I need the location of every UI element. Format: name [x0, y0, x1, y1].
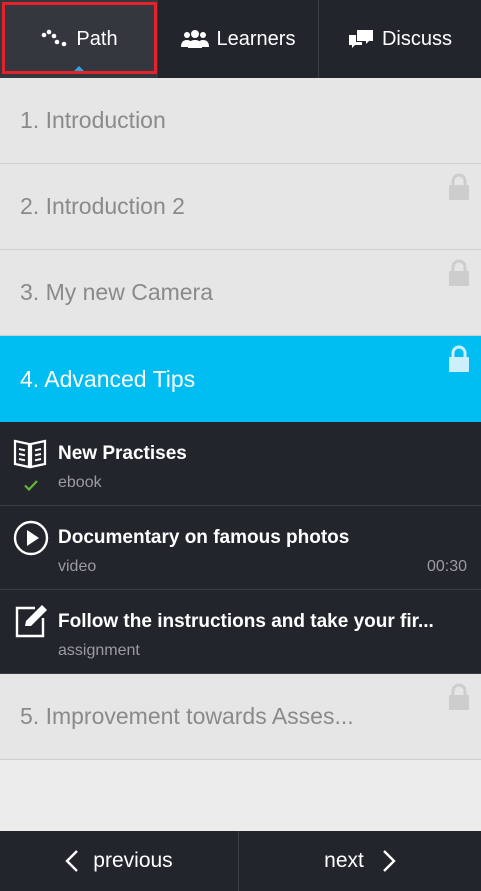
bottom-nav: previous next: [0, 831, 481, 891]
tab-learners[interactable]: Learners: [158, 0, 319, 78]
previous-label: previous: [93, 849, 173, 872]
lesson-item[interactable]: New Practises ebook: [0, 422, 481, 506]
lesson-title: Documentary on famous photos: [58, 527, 350, 548]
previous-button[interactable]: previous: [0, 831, 239, 891]
lesson-title: New Practises: [58, 443, 187, 464]
lock-icon: [448, 173, 470, 206]
tab-learners-label: Learners: [216, 27, 296, 50]
completed-check-icon: [24, 478, 38, 496]
chevron-left-icon: [65, 849, 79, 873]
active-tab-indicator: [74, 66, 84, 71]
chevron-right-icon: [382, 849, 396, 873]
ebook-icon: [13, 436, 47, 475]
lock-icon: [448, 259, 470, 292]
top-tab-bar: Path Learners Discuss: [0, 0, 481, 78]
discuss-icon: [348, 29, 374, 49]
lesson-title: Follow the instructions and take your fi…: [58, 611, 434, 632]
module-row-active[interactable]: 4. Advanced Tips: [0, 336, 481, 422]
module-row[interactable]: 1. Introduction: [0, 78, 481, 164]
tab-discuss[interactable]: Discuss: [319, 0, 481, 78]
lesson-item[interactable]: Follow the instructions and take your fi…: [0, 590, 481, 674]
lesson-type: video: [58, 558, 97, 575]
lesson-item[interactable]: Documentary on famous photos video 00:30: [0, 506, 481, 590]
module-row[interactable]: 3. My new Camera: [0, 250, 481, 336]
module-title: 5. Improvement towards Asses...: [20, 703, 354, 729]
module-row[interactable]: 2. Introduction 2: [0, 164, 481, 250]
tab-path[interactable]: Path: [0, 0, 158, 78]
lesson-type: assignment: [58, 642, 140, 659]
next-label: next: [324, 849, 364, 872]
module-title: 3. My new Camera: [20, 279, 214, 305]
assignment-icon: [13, 604, 49, 645]
selection-highlight: [2, 2, 157, 74]
learners-icon: [180, 29, 209, 49]
module-title: 2. Introduction 2: [20, 193, 185, 219]
lock-icon: [448, 345, 470, 378]
module-row[interactable]: 5. Improvement towards Asses...: [0, 674, 481, 760]
tab-discuss-label: Discuss: [381, 27, 452, 50]
learning-path-list: 1. Introduction 2. Introduction 2 3. My …: [0, 78, 481, 760]
module-title: 1. Introduction: [20, 107, 166, 133]
lesson-duration: 00:30: [426, 558, 467, 575]
module-title: 4. Advanced Tips: [20, 365, 196, 392]
next-button[interactable]: next: [239, 831, 481, 891]
lesson-type: ebook: [58, 474, 102, 491]
play-icon: [13, 520, 49, 561]
lock-icon: [448, 683, 470, 716]
